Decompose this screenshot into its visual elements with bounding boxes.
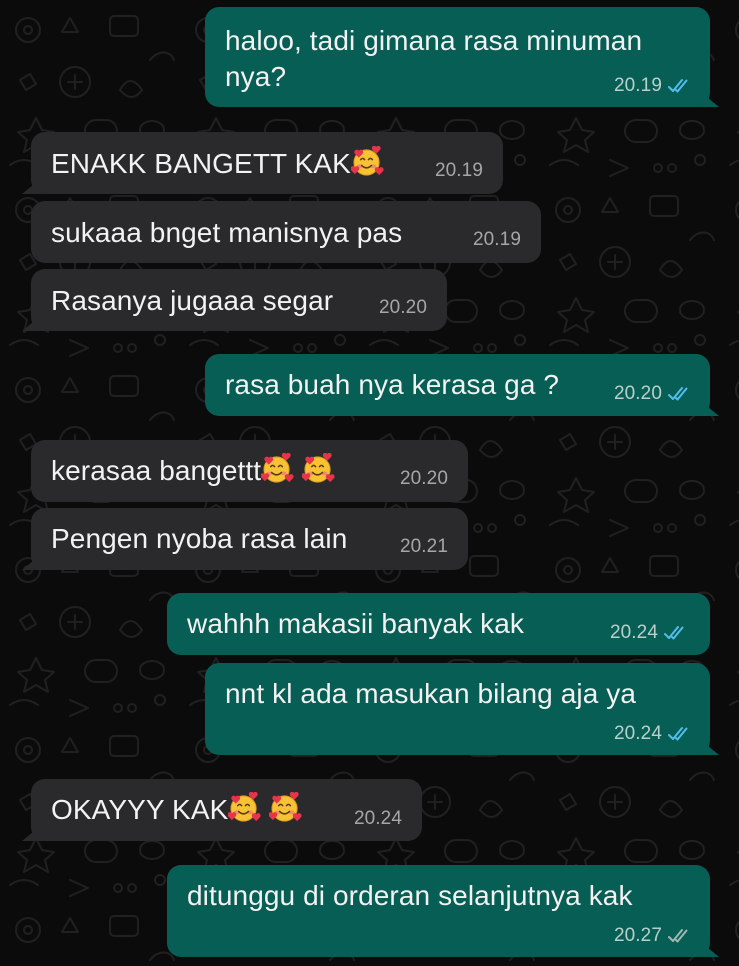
smiling-face-with-hearts-icon xyxy=(350,146,384,176)
chat-thread: haloo, tadi gimana rasa minuman nya? 20.… xyxy=(0,0,739,966)
message-time: 20.19 xyxy=(472,229,521,250)
double-check-read-icon xyxy=(664,626,684,640)
message-time: 20.24 xyxy=(609,622,658,643)
smiling-face-with-hearts-icon xyxy=(302,453,336,483)
message-time: 20.24 xyxy=(353,808,402,829)
message-text: OKAYYY KAK xyxy=(51,792,303,828)
message-bubble-incoming[interactable]: kerasaa bangettt 20.20 xyxy=(31,440,468,502)
message-text: kerasaa bangettt xyxy=(51,453,336,489)
message-bubble-outgoing[interactable]: nnt kl ada masukan bilang aja ya 20.24 xyxy=(205,663,710,755)
message-text: nnt kl ada masukan bilang aja ya xyxy=(225,678,637,709)
double-check-delivered-icon xyxy=(668,929,688,943)
message-bubble-incoming[interactable]: Rasanya jugaaa segar 20.20 xyxy=(31,269,447,331)
message-time: 20.20 xyxy=(399,468,448,489)
message-text: haloo, tadi gimana rasa minuman nya? xyxy=(225,25,643,92)
message-text: ditunggu di orderan selanjutnya kak xyxy=(187,880,633,911)
message-text: ENAKK BANGETT KAK xyxy=(51,146,384,182)
message-time: 20.19 xyxy=(613,75,662,96)
double-check-read-icon xyxy=(668,79,688,93)
smiling-face-with-hearts-icon xyxy=(269,792,303,822)
message-time: 20.20 xyxy=(613,383,662,404)
message-bubble-outgoing[interactable]: wahhh makasii banyak kak 20.24 xyxy=(167,593,710,655)
message-text: Pengen nyoba rasa lain xyxy=(51,523,348,554)
message-bubble-outgoing[interactable]: haloo, tadi gimana rasa minuman nya? 20.… xyxy=(205,7,710,107)
message-time: 20.19 xyxy=(434,160,483,181)
message-bubble-outgoing[interactable]: ditunggu di orderan selanjutnya kak 20.2… xyxy=(167,865,710,957)
double-check-read-icon xyxy=(668,727,688,741)
message-text: rasa buah nya kerasa ga ? xyxy=(225,369,560,400)
message-bubble-incoming[interactable]: sukaaa bnget manisnya pas 20.19 xyxy=(31,201,541,263)
message-time: 20.20 xyxy=(378,297,427,318)
smiling-face-with-hearts-icon xyxy=(228,792,262,822)
message-text: sukaaa bnget manisnya pas xyxy=(51,217,403,248)
double-check-read-icon xyxy=(668,387,688,401)
message-time: 20.24 xyxy=(613,723,662,744)
message-bubble-incoming[interactable]: Pengen nyoba rasa lain 20.21 xyxy=(31,508,468,570)
message-bubble-incoming[interactable]: OKAYYY KAK 20.24 xyxy=(31,779,422,841)
message-text: Rasanya jugaaa segar xyxy=(51,285,334,316)
message-text: wahhh makasii banyak kak xyxy=(187,608,525,639)
smiling-face-with-hearts-icon xyxy=(261,453,295,483)
message-time: 20.27 xyxy=(613,925,662,946)
message-bubble-incoming[interactable]: ENAKK BANGETT KAK 20.19 xyxy=(31,132,503,194)
message-time: 20.21 xyxy=(399,536,448,557)
message-bubble-outgoing[interactable]: rasa buah nya kerasa ga ? 20.20 xyxy=(205,354,710,416)
